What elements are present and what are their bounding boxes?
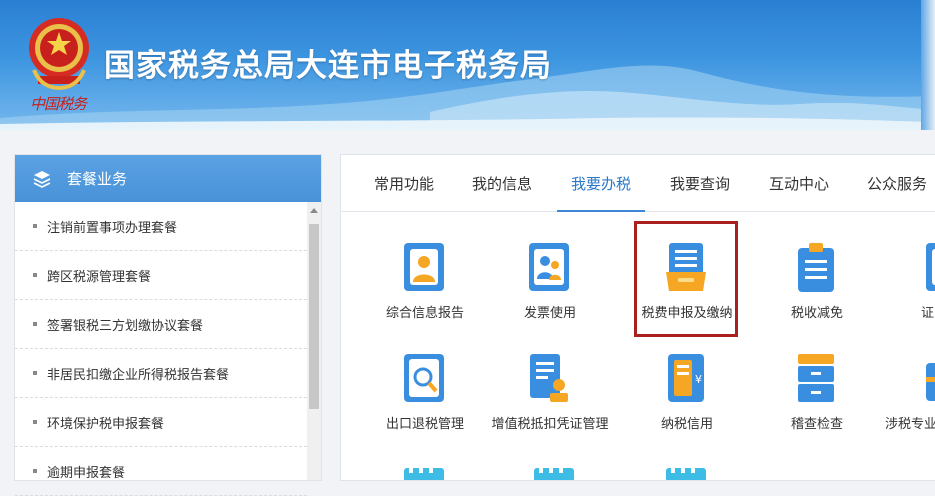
package-panel: 套餐业务 注销前置事项办理套餐 跨区税源管理套餐 签署银税三方划缴协议套餐 非居… (14, 154, 322, 496)
document-stamp-icon (530, 354, 568, 402)
package-item[interactable]: 注销前置事项办理套餐 (15, 202, 307, 251)
bullet-icon (33, 322, 37, 326)
function-tax-credit[interactable]: ¥ 纳税信用 (625, 353, 745, 453)
bullet-icon (33, 469, 37, 473)
service-panel: 常用功能 我的信息 我要办税 我要查询 互动中心 公众服务 综合信息报告 发票使… (340, 154, 935, 481)
scroll-up-icon[interactable] (310, 208, 318, 213)
banner-edge (921, 0, 935, 130)
person-card-icon (404, 243, 444, 291)
tab-public-service[interactable]: 公众服务 (867, 155, 927, 211)
package-item-label: 逾期申报套餐 (47, 465, 126, 481)
emblem-caption: 中国税务 (30, 95, 87, 113)
package-item[interactable]: 环境保护税申报套餐 (15, 398, 307, 447)
site-header-banner: 中国税务 国家税务总局大连市电子税务局 (0, 0, 935, 130)
document-search-icon (404, 354, 444, 402)
function-label: 出口退税管理 (385, 417, 464, 432)
bullet-icon (33, 371, 37, 375)
function-invoice-use[interactable]: 发票使用 (488, 242, 608, 342)
certificate-icon (926, 243, 935, 291)
package-item-label: 签署银税三方划缴协议套餐 (47, 318, 204, 334)
toolbox-icon (926, 363, 935, 401)
package-panel-header: 套餐业务 (15, 155, 321, 202)
yuan-document-icon: ¥ (668, 354, 704, 402)
function-label: 增值税抵扣凭证管理 (491, 417, 609, 432)
tray-document-icon (666, 243, 706, 291)
function-tax-reduction[interactable]: 税收减免 (755, 242, 875, 342)
site-title: 国家税务总局大连市电子税务局 (104, 48, 552, 84)
function-label: 证明开具 (920, 306, 935, 321)
function-label: 涉税专业服务机构管理 (885, 417, 935, 432)
tab-handle-tax[interactable]: 我要办税 (556, 155, 646, 212)
package-item[interactable]: 签署银税三方划缴协议套餐 (15, 300, 307, 349)
tab-interaction-center[interactable]: 互动中心 (769, 155, 829, 211)
function-tax-declaration-payment[interactable]: 税费申报及缴纳 (625, 242, 745, 342)
tab-query[interactable]: 我要查询 (670, 155, 730, 211)
function-label: 纳税信用 (660, 417, 713, 432)
function-label: 综合信息报告 (385, 306, 464, 321)
package-item-label: 环境保护税申报套餐 (47, 416, 165, 432)
package-item[interactable]: 非居民扣缴企业所得税报告套餐 (15, 349, 307, 398)
function-label: 税费申报及缴纳 (641, 306, 733, 321)
package-item[interactable]: 跨区税源管理套餐 (15, 251, 307, 300)
scrollbar-thumb[interactable] (309, 224, 319, 409)
package-item-label: 跨区税源管理套餐 (47, 269, 152, 285)
function-vat-deduction-voucher[interactable]: 增值税抵扣凭证管理 (488, 353, 609, 453)
layers-icon (33, 170, 51, 188)
package-list-scrollbar[interactable] (307, 202, 321, 480)
package-panel-title: 套餐业务 (67, 170, 128, 188)
function-audit-inspection[interactable]: 稽查检查 (755, 353, 875, 453)
people-icon (529, 243, 569, 291)
function-label: 发票使用 (523, 306, 576, 321)
clipboard-icon (798, 243, 834, 292)
tab-my-info[interactable]: 我的信息 (472, 155, 532, 211)
package-item-label: 非居民扣缴企业所得税报告套餐 (47, 367, 230, 383)
package-list: 注销前置事项办理套餐 跨区税源管理套餐 签署银税三方划缴协议套餐 非居民扣缴企业… (15, 202, 307, 496)
tab-common-functions[interactable]: 常用功能 (374, 155, 434, 211)
cabinet-icon (798, 354, 834, 402)
function-tax-agency-management[interactable]: 涉税专业服务机构管理 (885, 353, 935, 453)
service-tabs: 常用功能 我的信息 我要办税 我要查询 互动中心 公众服务 (341, 155, 935, 212)
svg-text:¥: ¥ (695, 373, 702, 386)
bullet-icon (33, 273, 37, 277)
package-item-label: 注销前置事项办理套餐 (47, 220, 178, 236)
function-comprehensive-info-report[interactable]: 综合信息报告 (363, 242, 483, 342)
function-label: 税收减免 (790, 306, 843, 321)
function-label: 稽查检查 (790, 417, 843, 432)
bullet-icon (33, 420, 37, 424)
function-certificate-issue[interactable]: 证明开具 (885, 242, 935, 342)
bullet-icon (33, 224, 37, 228)
function-export-tax-refund[interactable]: 出口退税管理 (363, 353, 483, 453)
package-item[interactable]: 逾期申报套餐 (15, 447, 307, 496)
